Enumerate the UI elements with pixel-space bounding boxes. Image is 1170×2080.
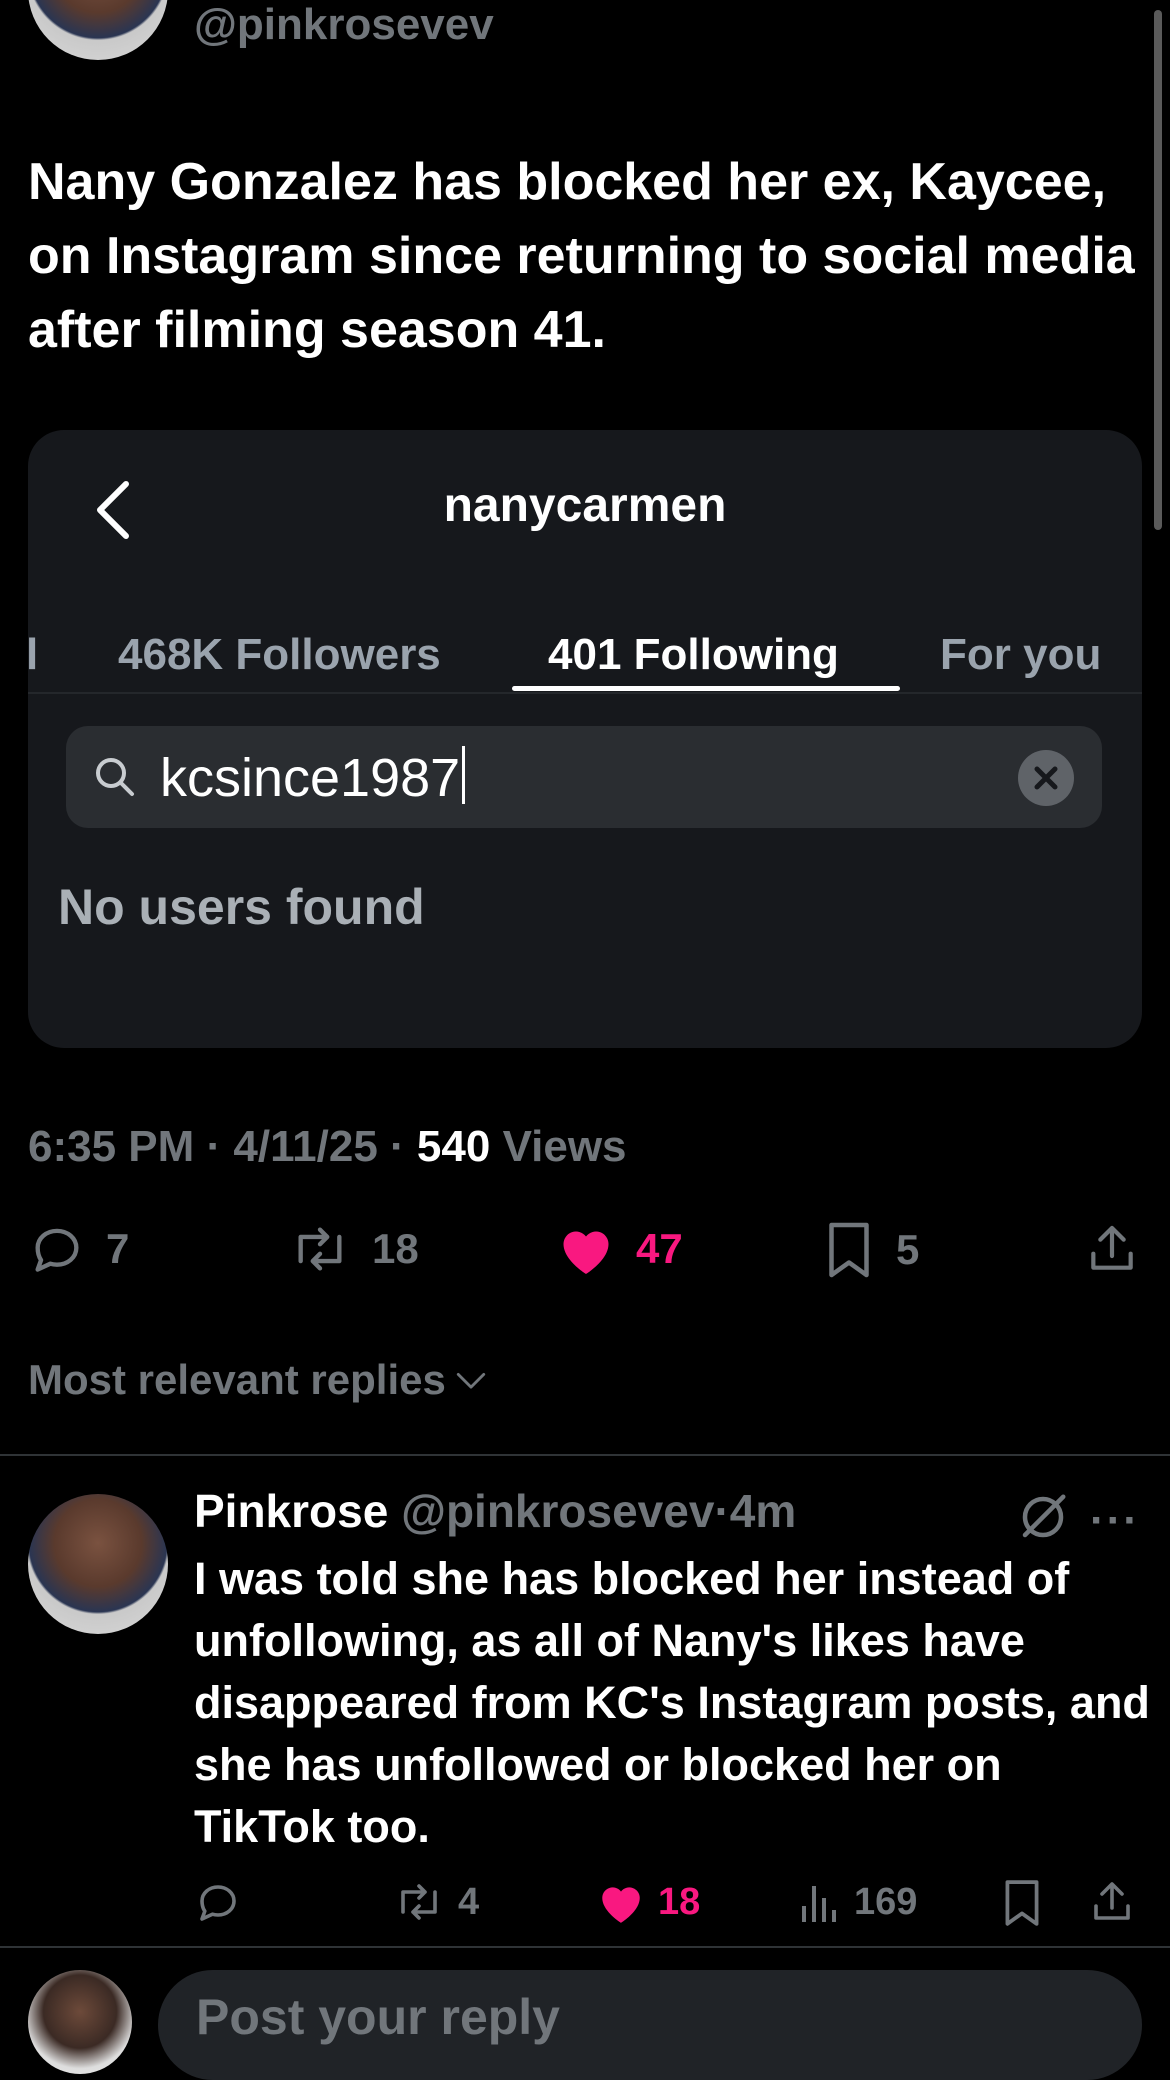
empty-state-text: No users found (58, 879, 425, 935)
reply-author-name[interactable]: Pinkrose (194, 1485, 388, 1537)
active-tab-indicator (512, 686, 900, 691)
reply-actions: 4 18 169 (0, 1878, 1170, 1948)
share-icon (1091, 1225, 1133, 1270)
tab-partial: l (28, 630, 39, 679)
divider (0, 1454, 1170, 1456)
heart-icon (563, 1231, 609, 1274)
reply-like-button[interactable]: 18 (596, 1878, 700, 1926)
current-user-avatar[interactable] (28, 1970, 132, 2074)
chevron-down-icon (456, 1372, 485, 1389)
tab-following: 401 Following (548, 630, 839, 679)
search-icon (96, 758, 134, 796)
reply-bookmark-button[interactable] (1000, 1878, 1044, 1928)
embedded-image[interactable]: nanycarmen l 468K Followers 401 Followin… (28, 430, 1142, 1048)
reply-time: 4m (729, 1485, 797, 1537)
share-button[interactable] (1084, 1220, 1140, 1278)
repost-icon (401, 1884, 437, 1920)
replies-sort-dropdown[interactable]: Most relevant replies (28, 1356, 488, 1404)
reply-author-handle[interactable]: @pinkrosevev (401, 1485, 714, 1537)
clear-icon (1018, 750, 1074, 806)
author-handle[interactable]: @pinkrosevev (194, 0, 494, 50)
divider (28, 692, 1142, 694)
reply-share-button[interactable] (1088, 1878, 1136, 1926)
grok-icon[interactable] (1016, 1490, 1070, 1544)
search-value: kcsince1987 (160, 746, 466, 809)
reply-button[interactable]: 7 (28, 1220, 129, 1278)
reply-icon (200, 1885, 236, 1921)
search-field: kcsince1987 (66, 726, 1102, 828)
reply-author-avatar[interactable] (28, 1494, 168, 1634)
bookmark-button[interactable]: 5 (822, 1220, 919, 1280)
post-text: Nany Gonzalez has blocked her ex, Kaycee… (28, 153, 1135, 359)
repost-icon (298, 1227, 342, 1271)
repost-button[interactable]: 18 (288, 1220, 419, 1278)
views-count: 540 (416, 1122, 491, 1171)
reply-icon (35, 1228, 79, 1272)
author-avatar[interactable] (28, 0, 168, 60)
analytics-icon (802, 1886, 836, 1922)
tab-followers: 468K Followers (118, 630, 441, 679)
reply-placeholder: Post your reply (196, 1989, 560, 2045)
views-label: Views (502, 1122, 627, 1171)
bookmark-icon (1005, 1880, 1039, 1926)
reply-reply-button[interactable] (194, 1878, 242, 1926)
reply-input[interactable]: Post your reply (158, 1970, 1142, 2080)
reply-views-button[interactable]: 169 (798, 1878, 917, 1926)
like-button[interactable]: 47 (556, 1220, 683, 1278)
reply-repost-button[interactable]: 4 (392, 1878, 479, 1926)
reply-text: I was told she has blocked her instead o… (194, 1553, 1150, 1852)
profile-username: nanycarmen (443, 479, 727, 532)
reply-header: Pinkrose @pinkrosevev·4m (194, 1485, 797, 1537)
share-icon (1094, 1882, 1130, 1920)
post-date: 4/11/25 (233, 1122, 378, 1171)
post-time: 6:35 PM (28, 1122, 195, 1171)
post-actions: 7 18 47 5 (0, 1220, 1170, 1300)
more-options-icon[interactable]: ··· (1090, 1496, 1140, 1546)
heart-icon (602, 1887, 640, 1923)
tab-bar: l 468K Followers 401 Following For you (28, 590, 1142, 690)
bookmark-icon (829, 1222, 869, 1278)
divider (0, 1946, 1170, 1948)
scrollbar[interactable] (1154, 10, 1162, 530)
post-meta: 6:35 PM · 4/11/25 · 540 Views (28, 1122, 627, 1171)
tab-for-you: For you (940, 630, 1102, 679)
